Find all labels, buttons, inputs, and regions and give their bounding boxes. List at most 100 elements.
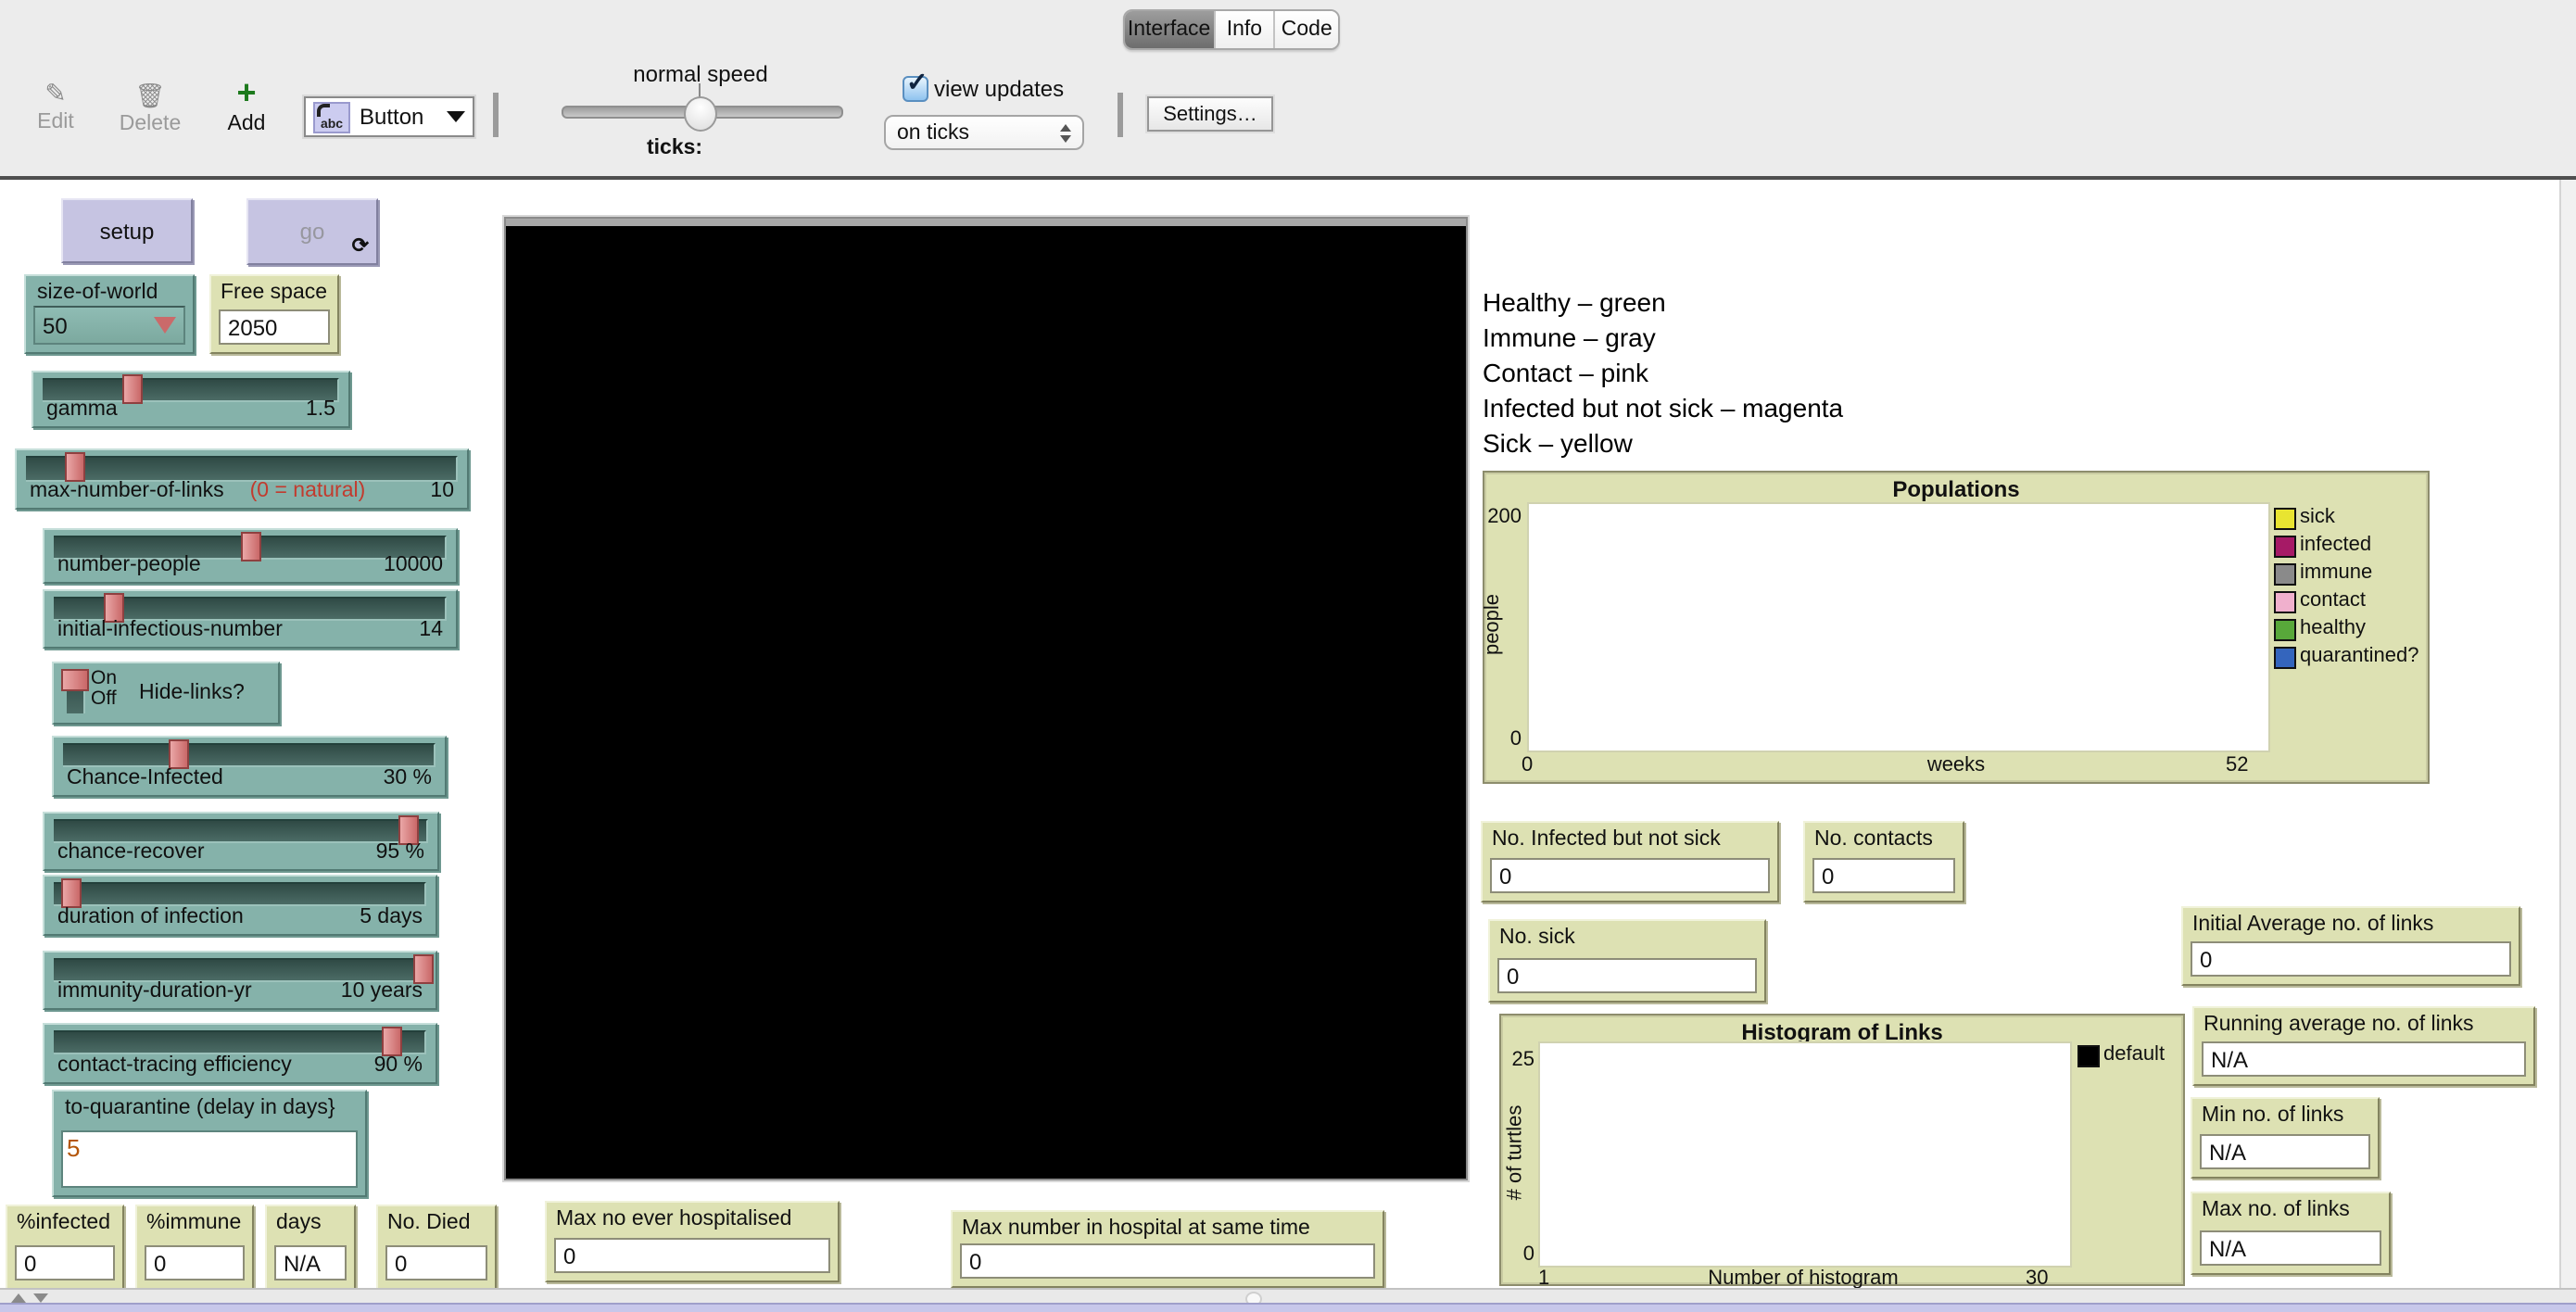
edit-label: Edit (37, 111, 74, 133)
toolbar: Interface Info Code ✎ Edit 🗑 Delete + Ad… (0, 0, 2576, 180)
edit-button[interactable]: ✎ Edit (26, 78, 85, 133)
legend-swatch (2077, 1045, 2100, 1067)
tab-interface[interactable]: Interface (1125, 11, 1216, 48)
tab-bar: Interface Info Code (1123, 9, 1340, 50)
no-died-monitor: No. Died 0 (376, 1205, 497, 1290)
slider-track[interactable] (54, 819, 428, 843)
pct-immune-monitor: %immune 0 (135, 1205, 254, 1290)
input-label: to-quarantine (delay in days} (65, 1097, 335, 1119)
legend-swatch (2274, 563, 2296, 586)
slider-track[interactable] (54, 958, 426, 982)
tab-info[interactable]: Info (1215, 11, 1276, 48)
legend-item-quarantined: quarantined? (2274, 645, 2418, 669)
populations-plot: Populations 200 0 people 0 weeks 52 sick… (1482, 471, 2430, 784)
scroll-up-icon[interactable] (11, 1293, 26, 1303)
world-view[interactable] (504, 217, 1468, 1180)
legend-item-sick: sick (2274, 506, 2335, 530)
check-icon: ✓ (906, 67, 928, 96)
setup-button[interactable]: setup (61, 198, 193, 263)
legend-item-immune: immune (2274, 561, 2372, 586)
chooser-value[interactable]: 50 (33, 306, 185, 345)
world-view-border (506, 219, 1466, 226)
legend-item-infected: infected (2274, 534, 2371, 558)
color-key-note: Healthy – green Immune – gray Contact – … (1483, 287, 1844, 458)
plot-ylabel: # of turtles (1504, 1104, 1527, 1201)
switch-off-label: Off (91, 688, 117, 710)
legend-item-healthy: healthy (2274, 617, 2366, 641)
legend-item-default: default (2077, 1043, 2165, 1067)
add-label: Add (227, 113, 266, 135)
chooser-label: size-of-world (37, 282, 158, 304)
plot-xlabel: weeks (1926, 754, 1986, 776)
days-monitor: days N/A (265, 1205, 356, 1290)
switch-handle[interactable] (61, 669, 89, 691)
settings-button[interactable]: Settings… (1147, 96, 1273, 132)
slider-max-number-of-links: max-number-of-links (0 = natural) 10 (15, 448, 469, 510)
infected-not-sick-monitor: No. Infected but not sick 0 (1481, 821, 1779, 902)
slider-chance-recover: chance-recover 95 % (43, 812, 439, 871)
trash-icon: 🗑 (134, 82, 166, 109)
ticks-label: ticks: (647, 137, 703, 159)
vertical-scrollbar[interactable] (2559, 180, 2576, 1288)
switch-on-label: On (91, 667, 118, 689)
slider-handle[interactable] (65, 452, 85, 482)
tab-code[interactable]: Code (1275, 11, 1338, 48)
view-updates-checkbox[interactable]: ✓ (903, 67, 928, 102)
slider-duration-of-infection: duration of infection 5 days (43, 875, 437, 936)
delete-label: Delete (119, 113, 182, 135)
plot-area (1527, 502, 2270, 752)
free-space-monitor: Free space 2050 (209, 274, 339, 354)
slider-handle[interactable] (61, 878, 82, 908)
plot-title: Populations (1892, 476, 2020, 502)
initial-avg-links-monitor: Initial Average no. of links 0 (2181, 906, 2520, 986)
slider-contact-tracing-efficiency: contact-tracing efficiency 90 % (43, 1023, 437, 1084)
forever-icon: ⟳ (351, 235, 369, 258)
netlogo-window: Interface Info Code ✎ Edit 🗑 Delete + Ad… (0, 0, 2576, 1312)
slider-initial-infectious-number: initial-infectious-number 14 (43, 589, 458, 649)
plus-icon: + (236, 74, 257, 111)
add-button[interactable]: + Add (215, 76, 278, 135)
update-mode-dropdown[interactable]: on ticks (884, 115, 1084, 150)
hide-links-switch[interactable]: On Off Hide-links? (52, 662, 280, 725)
scroll-down-icon[interactable] (33, 1293, 48, 1303)
slider-handle[interactable] (169, 739, 189, 769)
legend-swatch (2274, 508, 2296, 530)
legend-swatch (2274, 536, 2296, 558)
bottom-accent-strip (0, 1303, 2576, 1312)
slider-note: (0 = natural) (249, 480, 366, 502)
toolbar-separator (493, 93, 499, 137)
widget-type-dropdown[interactable]: abc Button (304, 96, 474, 137)
slider-track[interactable] (26, 456, 458, 482)
toolbar-separator-2 (1118, 93, 1123, 137)
widget-type-value: Button (360, 104, 424, 130)
running-avg-links-monitor: Running average no. of links N/A (2192, 1006, 2535, 1086)
legend-swatch (2274, 591, 2296, 613)
max-in-hospital-monitor: Max number in hospital at same time 0 (951, 1210, 1384, 1288)
plot-ylabel: people (1482, 593, 1505, 656)
speed-slider-knob[interactable] (684, 96, 717, 132)
chevron-down-icon (447, 111, 465, 122)
slider-gamma: gamma 1.5 (32, 371, 350, 428)
slider-track[interactable] (54, 882, 426, 906)
size-of-world-chooser[interactable]: size-of-world 50 (24, 274, 195, 354)
plot-area (1538, 1041, 2072, 1268)
plot-xlabel: Number of histogram (1708, 1268, 1899, 1290)
legend-swatch (2274, 647, 2296, 669)
slider-handle[interactable] (382, 1027, 402, 1056)
no-contacts-monitor: No. contacts 0 (1803, 821, 1964, 902)
slider-immunity-duration-yr: immunity-duration-yr 10 years (43, 951, 437, 1010)
slider-track[interactable] (54, 1030, 426, 1054)
free-space-value: 2050 (219, 309, 330, 345)
slider-chance-infected: Chance-Infected 30 % (52, 736, 447, 797)
histogram-of-links-plot: Histogram of Links 25 0 # of turtles 1 N… (1499, 1014, 2185, 1290)
slider-track[interactable] (63, 743, 436, 767)
max-ever-hospitalised-monitor: Max no ever hospitalised 0 (545, 1201, 840, 1282)
switch-label: Hide-links? (139, 682, 245, 704)
max-links-monitor: Max no. of links N/A (2191, 1192, 2391, 1275)
input-box (61, 1130, 358, 1188)
delete-button[interactable]: 🗑 Delete (115, 80, 185, 135)
go-button[interactable]: go ⟳ (246, 198, 378, 265)
no-sick-monitor: No. sick 0 (1488, 919, 1766, 1003)
legend-item-contact: contact (2274, 589, 2366, 613)
to-quarantine-field[interactable] (67, 1134, 331, 1162)
